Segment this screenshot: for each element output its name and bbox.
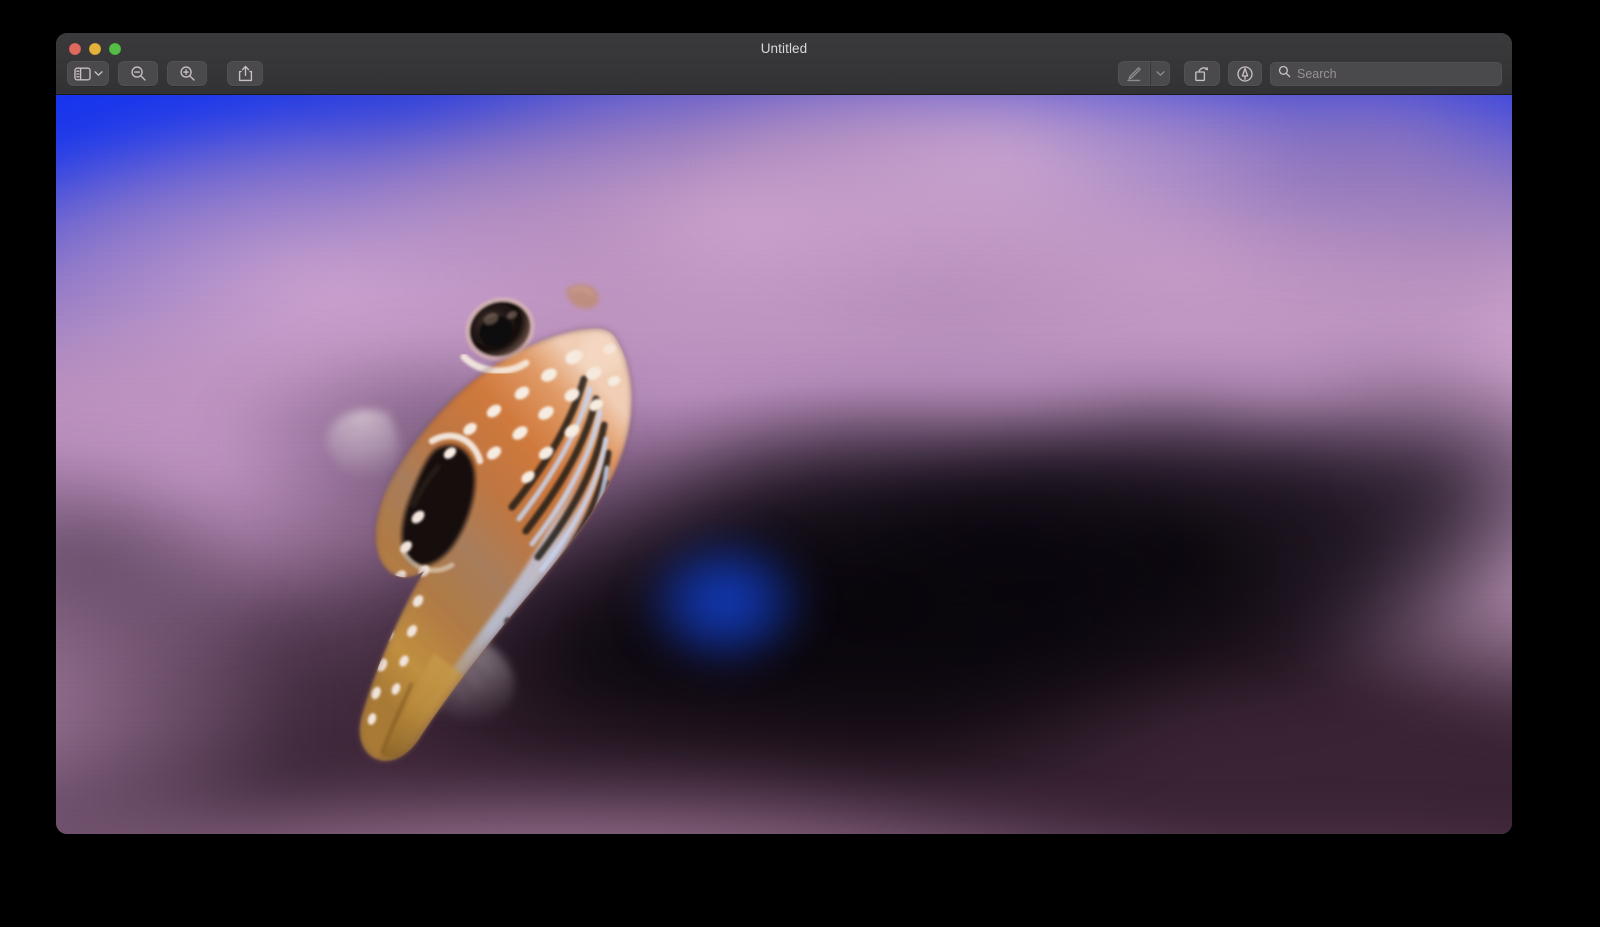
chevron-down-icon: [94, 70, 103, 77]
water-blue-left: [56, 95, 1512, 834]
share-button[interactable]: [227, 61, 263, 86]
lower-body-spots: [366, 508, 432, 726]
search-field[interactable]: Search: [1270, 62, 1502, 86]
fish-eye: [456, 287, 544, 371]
markup-menu-button[interactable]: [1150, 61, 1170, 86]
coral-mass-upper: [56, 95, 1512, 834]
annotate-button[interactable]: [1228, 61, 1262, 86]
magnifier-plus-icon: [179, 65, 196, 82]
reef-cave-shadow: [56, 95, 1512, 834]
close-window-button[interactable]: [69, 43, 81, 55]
gill-blotch: [402, 445, 475, 566]
photo-grain-overlay: [56, 95, 1512, 834]
window-title: Untitled: [56, 41, 1512, 56]
markup-segmented-control: [1118, 61, 1170, 86]
toolbar-left-group: [67, 61, 263, 86]
magnifier-minus-icon: [130, 65, 147, 82]
flank-stripes: [468, 379, 608, 717]
rotate-button[interactable]: [1184, 61, 1220, 86]
cave-blue-glow: [56, 95, 1512, 834]
traffic-light-group: [69, 43, 121, 55]
sidebar-view-button[interactable]: [67, 61, 109, 86]
anal-fin: [417, 630, 514, 720]
fish-body: [360, 329, 632, 761]
minimize-window-button[interactable]: [89, 43, 101, 55]
toolbar-right-group: Search: [1118, 61, 1502, 86]
window-titlebar: Untitled: [56, 33, 1512, 95]
reef-background-base: [56, 95, 1512, 834]
marker-pen-icon: [1126, 66, 1142, 82]
markup-button[interactable]: [1118, 61, 1150, 86]
eye-crescent: [464, 357, 526, 371]
search-input-placeholder: Search: [1297, 67, 1337, 81]
dorsal-fin: [566, 284, 599, 309]
chevron-down-icon: [1156, 70, 1165, 77]
head-spots: [442, 342, 622, 486]
zoom-out-button[interactable]: [118, 61, 158, 86]
water-blue-mid: [56, 95, 1512, 834]
foreground-coral-shelf: [56, 95, 1512, 834]
caudal-peduncle: [380, 653, 480, 765]
gill-crescent: [432, 436, 480, 461]
coral-mass-secondary: [56, 95, 1512, 834]
annotate-circle-icon: [1236, 65, 1254, 83]
preview-window: Untitled: [56, 33, 1512, 834]
zoom-in-button[interactable]: [167, 61, 207, 86]
pectoral-fin: [327, 409, 399, 477]
pufferfish-subject: [284, 253, 654, 773]
share-icon: [238, 65, 253, 82]
desktop-background: Untitled: [0, 0, 1600, 927]
search-icon: [1278, 65, 1291, 83]
flank-blue-lines: [479, 389, 607, 709]
rotate-left-icon: [1194, 66, 1211, 82]
image-view[interactable]: [56, 95, 1512, 834]
water-blue-right: [56, 95, 1512, 834]
maximize-window-button[interactable]: [109, 43, 121, 55]
sidebar-icon: [74, 67, 91, 81]
